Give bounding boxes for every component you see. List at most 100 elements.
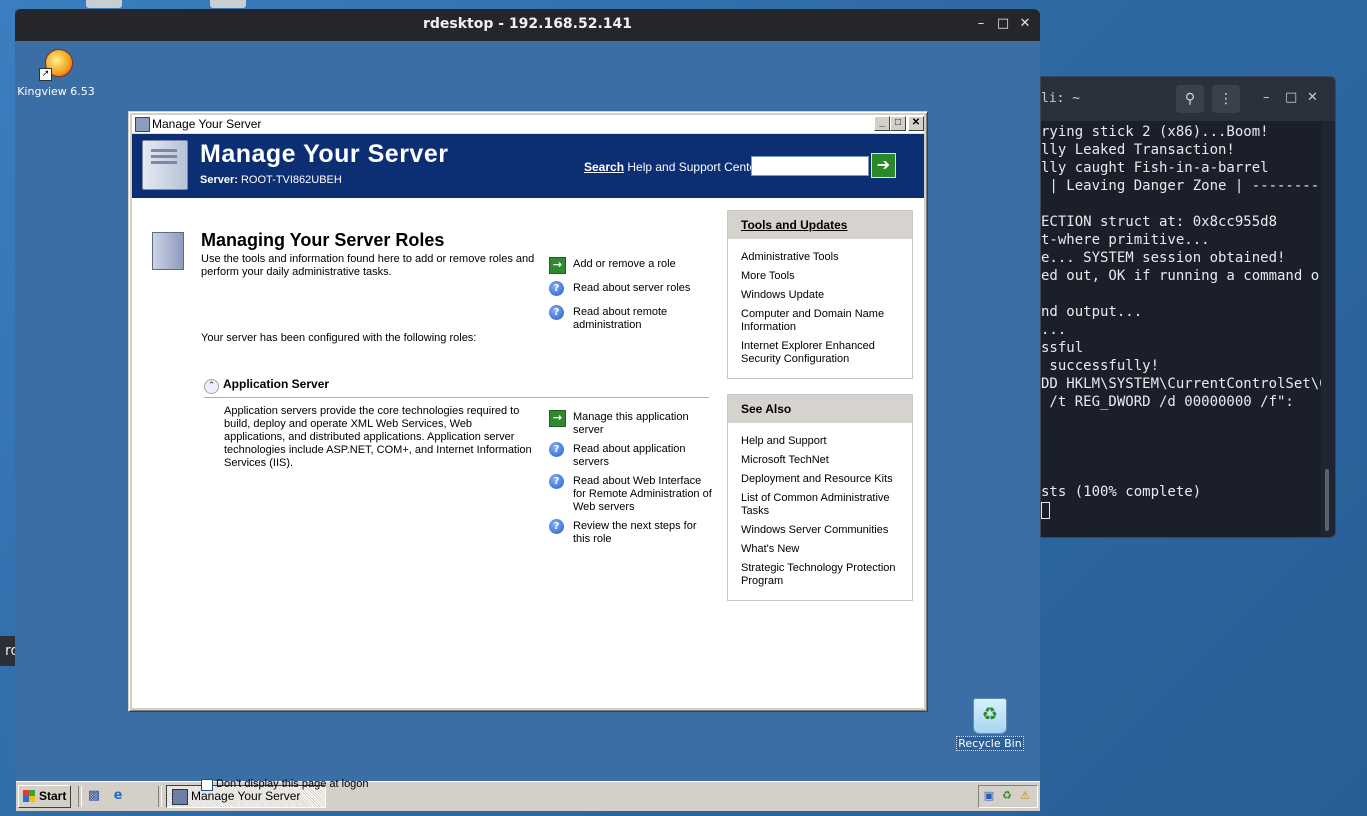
minimize-icon[interactable]: – [1263,90,1270,105]
kingview-label: Kingview 6.53 [17,85,95,98]
terminal-line: sts (100% complete) [1041,484,1202,500]
search-label: Search Help and Support Center [584,160,760,174]
maximize-button[interactable]: □ [890,116,906,131]
close-icon[interactable]: ✕ [1018,16,1032,31]
taskbar-button-label: Manage Your Server [191,789,301,803]
server-name-value: ROOT-TVI862UBEH [240,174,342,186]
search-label-bold: Search [584,160,625,174]
configured-roles-text: Your server has been configured with the… [201,332,477,344]
panel-link[interactable]: Administrative Tools [741,251,901,264]
server-roles-icon [152,232,184,270]
help-icon: ? [549,442,564,457]
window-titlebar[interactable]: Manage Your Server _ □ ✕ [132,115,924,134]
search-icon[interactable]: ⚲ [1176,85,1204,113]
server-manager-quicklaunch-icon[interactable]: ▩ [86,788,102,804]
start-label: Start [39,789,67,803]
action-label[interactable]: Read about server roles [573,282,713,295]
terminal-line: rying stick 2 (x86)...Boom! [1041,124,1269,140]
help-icon: ? [549,281,564,296]
panel-link[interactable]: What's New [741,543,901,556]
terminal-line: t-where primitive... [1041,232,1210,248]
terminal-cursor [1041,501,1050,519]
terminal-window[interactable]: li: ~ ⚲ ⋮ – □ ✕ rying stick 2 (x86)...Bo… [1040,76,1336,538]
terminal-line: lly caught Fish-in-a-barrel [1041,160,1269,176]
server-icon [142,140,188,190]
terminal-scrollbar[interactable] [1325,469,1329,531]
maximize-icon[interactable]: □ [996,16,1010,31]
terminal-line: nd output... [1041,304,1143,320]
recycle-bin-desktop-icon[interactable]: ♻ Recycle Bin [951,698,1029,751]
taskbar-separator [158,786,162,807]
panel-link[interactable]: Microsoft TechNet [741,454,901,467]
update-icon[interactable]: ♻ [1000,789,1014,803]
panel-link[interactable]: Strategic Technology Protection Program [741,562,901,588]
close-button[interactable]: ✕ [908,116,924,131]
search-input[interactable] [751,156,869,176]
internet-explorer-icon[interactable]: e [110,788,126,804]
terminal-title: li: ~ [1041,91,1081,106]
panel-link[interactable]: Windows Update [741,289,901,302]
kingview-desktop-icon[interactable]: ↗ Kingview 6.53 [17,47,95,98]
terminal-line [1041,501,1321,519]
help-icon: ? [549,519,564,534]
windows-logo-icon [23,790,35,802]
panel-link[interactable]: Help and Support [741,435,901,448]
start-button[interactable]: Start [18,785,71,808]
panel-link[interactable]: Computer and Domain Name Information [741,308,901,334]
rdesktop-titlebar[interactable]: rdesktop - 192.168.52.141 – □ ✕ [15,9,1040,41]
dont-display-checkbox[interactable] [201,779,213,791]
panel-link[interactable]: Windows Server Communities [741,524,901,537]
collapse-icon[interactable]: ⌃ [204,379,219,394]
menu-icon[interactable]: ⋮ [1212,85,1240,113]
minimize-icon[interactable]: – [974,16,988,31]
panel-link[interactable]: List of Common Administrative Tasks [741,492,901,518]
help-icon: ? [549,474,564,489]
see-also-panel: See Also Help and Support Microsoft TechN… [727,394,913,601]
action-label[interactable]: Read about application servers [573,443,713,469]
dont-display-label[interactable]: Don't display this page at logon [216,778,369,790]
host-top-tab [210,0,246,8]
go-arrow-icon[interactable]: ➔ [871,153,896,178]
header-banner: Manage Your Server Server: ROOT-TVI862UB… [132,134,924,200]
taskbar-separator [78,786,82,807]
terminal-line: ssful [1041,340,1084,356]
manage-your-server-window[interactable]: Manage Your Server _ □ ✕ Manage Your Ser… [128,111,928,791]
tools-title: Tools and Updates [741,218,848,232]
maximize-icon[interactable]: □ [1285,90,1297,105]
action-label[interactable]: Read about remote administration [573,306,713,332]
terminal-output[interactable]: rying stick 2 (x86)...Boom! lly Leaked Tr… [1041,121,1321,537]
minimize-button[interactable]: _ [874,116,890,131]
terminal-line: DD HKLM\SYSTEM\CurrentControlSet\Co [1041,376,1321,392]
main-content: Managing Your Server Roles Use the tools… [132,200,924,791]
terminal-titlebar[interactable]: li: ~ ⚲ ⋮ – □ ✕ [1041,77,1335,121]
action-label[interactable]: Read about Web Interface for Remote Admi… [573,475,713,514]
action-label[interactable]: Manage this application server [573,411,713,437]
rdesktop-title: rdesktop - 192.168.52.141 [422,16,633,32]
server-icon [172,789,188,805]
green-arrow-icon: → [549,257,566,274]
action-label[interactable]: Add or remove a role [573,258,713,271]
taskbar: Start ▩ e Manage Your Server ▣ ♻ ⚠ [16,781,1040,811]
panel-link[interactable]: More Tools [741,270,901,283]
network-icon[interactable]: ▣ [982,789,996,803]
action-label[interactable]: Review the next steps for this role [573,520,713,546]
terminal-line: successfully! [1041,358,1160,374]
tools-and-updates-panel: Tools and Updates Administrative Tools Mo… [727,210,913,379]
panel-link[interactable]: Internet Explorer Enhanced Security Conf… [741,340,901,366]
panel-link[interactable]: Deployment and Resource Kits [741,473,901,486]
role-description: Application servers provide the core tec… [224,405,532,469]
server-name: Server: ROOT-TVI862UBEH [200,174,342,186]
system-tray: ▣ ♻ ⚠ [978,785,1038,808]
terminal-line: /t REG_DWORD /d 00000000 /f": [1041,394,1294,410]
section-description: Use the tools and information found here… [201,253,535,278]
kingview-icon: ↗ [39,47,73,81]
recycle-bin-icon: ♻ [973,698,1007,734]
close-icon[interactable]: ✕ [1307,90,1318,105]
warning-icon[interactable]: ⚠ [1018,789,1032,803]
